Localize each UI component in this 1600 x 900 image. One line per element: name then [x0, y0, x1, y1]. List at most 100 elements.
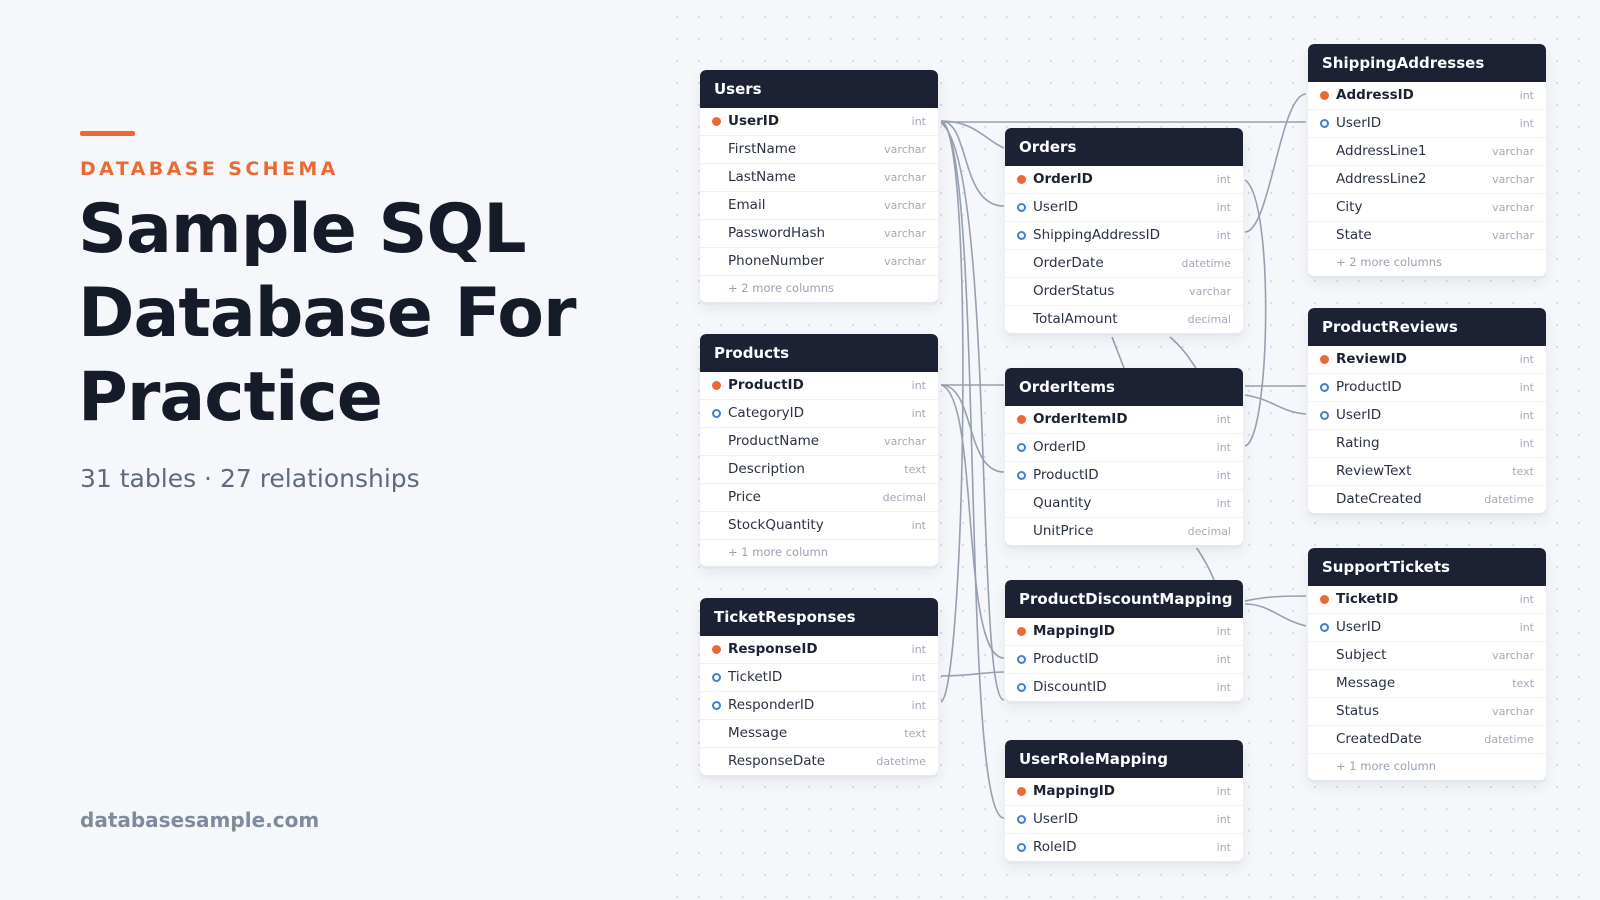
foreign-key-icon: [1017, 203, 1026, 212]
table-row[interactable]: ResponseID int: [700, 636, 938, 664]
table-row[interactable]: ResponderID int: [700, 692, 938, 720]
site-link[interactable]: databasesample.com: [80, 808, 319, 832]
table-row[interactable]: OrderItemID int: [1005, 406, 1243, 434]
table-row[interactable]: OrderID int: [1005, 166, 1243, 194]
foreign-key-icon: [1017, 471, 1026, 480]
table-row[interactable]: UserID int: [1005, 194, 1243, 222]
table-row[interactable]: TotalAmount decimal: [1005, 306, 1243, 333]
column-type: int: [1216, 441, 1231, 454]
table-row[interactable]: Message text: [700, 720, 938, 748]
more-columns-link[interactable]: + 2 more columns: [1308, 250, 1546, 276]
primary-key-icon: [1320, 91, 1329, 100]
table-row[interactable]: OrderDate datetime: [1005, 250, 1243, 278]
table-row[interactable]: MappingID int: [1005, 778, 1243, 806]
table-row[interactable]: Email varchar: [700, 192, 938, 220]
table-row[interactable]: AddressID int: [1308, 82, 1546, 110]
table-row[interactable]: StockQuantity int: [700, 512, 938, 540]
table-row[interactable]: Description text: [700, 456, 938, 484]
column-type: int: [1216, 785, 1231, 798]
table-row[interactable]: DateCreated datetime: [1308, 486, 1546, 513]
column-type: varchar: [884, 227, 926, 240]
foreign-key-icon: [1320, 623, 1329, 632]
column-name: Message: [1336, 675, 1396, 691]
column-type: int: [911, 115, 926, 128]
column-name: Rating: [1336, 435, 1380, 451]
column-type: datetime: [876, 755, 926, 768]
table-row[interactable]: OrderID int: [1005, 434, 1243, 462]
table-orders[interactable]: Orders OrderID int UserID int ShippingAddres…: [1005, 128, 1243, 333]
table-title: OrderItems: [1005, 368, 1243, 406]
column-name: FirstName: [728, 141, 797, 157]
table-supporttickets[interactable]: SupportTickets TicketID int UserID int Subje…: [1308, 548, 1546, 780]
column-name: OrderItemID: [1033, 411, 1128, 427]
column-type: datetime: [1484, 733, 1534, 746]
table-row[interactable]: LastName varchar: [700, 164, 938, 192]
table-row[interactable]: RoleID int: [1005, 834, 1243, 861]
table-row[interactable]: ReviewText text: [1308, 458, 1546, 486]
column-type: int: [911, 379, 926, 392]
primary-key-icon: [712, 117, 721, 126]
primary-key-icon: [1017, 627, 1026, 636]
table-row[interactable]: ProductID int: [700, 372, 938, 400]
table-row[interactable]: TicketID int: [1308, 586, 1546, 614]
table-row[interactable]: City varchar: [1308, 194, 1546, 222]
table-productreviews[interactable]: ProductReviews ReviewID int ProductID int Us…: [1308, 308, 1546, 513]
column-type: int: [1519, 621, 1534, 634]
column-name: CategoryID: [728, 405, 805, 421]
table-products[interactable]: Products ProductID int CategoryID int Produc…: [700, 334, 938, 566]
table-row[interactable]: ShippingAddressID int: [1005, 222, 1243, 250]
table-row[interactable]: ProductID int: [1005, 646, 1243, 674]
column-type: int: [1216, 469, 1231, 482]
table-row[interactable]: ProductName varchar: [700, 428, 938, 456]
table-row[interactable]: UserID int: [1308, 614, 1546, 642]
table-row[interactable]: Rating int: [1308, 430, 1546, 458]
table-row[interactable]: ReviewID int: [1308, 346, 1546, 374]
table-row[interactable]: AddressLine2 varchar: [1308, 166, 1546, 194]
column-type: varchar: [1492, 201, 1534, 214]
table-row[interactable]: Message text: [1308, 670, 1546, 698]
table-row[interactable]: UnitPrice decimal: [1005, 518, 1243, 545]
column-name: RoleID: [1033, 839, 1077, 855]
table-productdiscountmapping[interactable]: ProductDiscountMapping MappingID int Produ…: [1005, 580, 1243, 701]
foreign-key-icon: [1017, 815, 1026, 824]
column-type: varchar: [884, 435, 926, 448]
table-users[interactable]: Users UserID int FirstName varchar LastName v…: [700, 70, 938, 302]
table-row[interactable]: UserID int: [700, 108, 938, 136]
table-orderitems[interactable]: OrderItems OrderItemID int OrderID int Produ…: [1005, 368, 1243, 545]
primary-key-icon: [712, 381, 721, 390]
table-row[interactable]: Price decimal: [700, 484, 938, 512]
table-row[interactable]: UserID int: [1308, 402, 1546, 430]
table-row[interactable]: ResponseDate datetime: [700, 748, 938, 775]
table-row[interactable]: UserID int: [1005, 806, 1243, 834]
table-row[interactable]: State varchar: [1308, 222, 1546, 250]
table-row[interactable]: UserID int: [1308, 110, 1546, 138]
table-row[interactable]: CreatedDate datetime: [1308, 726, 1546, 754]
column-type: int: [911, 407, 926, 420]
table-row[interactable]: AddressLine1 varchar: [1308, 138, 1546, 166]
table-ticketresponses[interactable]: TicketResponses ResponseID int TicketID int…: [700, 598, 938, 775]
table-row[interactable]: Subject varchar: [1308, 642, 1546, 670]
table-row[interactable]: ProductID int: [1005, 462, 1243, 490]
table-row[interactable]: MappingID int: [1005, 618, 1243, 646]
table-row[interactable]: PasswordHash varchar: [700, 220, 938, 248]
table-row[interactable]: OrderStatus varchar: [1005, 278, 1243, 306]
more-columns-link[interactable]: + 1 more column: [700, 540, 938, 566]
table-row[interactable]: TicketID int: [700, 664, 938, 692]
column-type: varchar: [1492, 649, 1534, 662]
table-row[interactable]: Quantity int: [1005, 490, 1243, 518]
column-type: decimal: [1187, 525, 1231, 538]
table-row[interactable]: CategoryID int: [700, 400, 938, 428]
more-columns-link[interactable]: + 2 more columns: [700, 276, 938, 302]
column-name: StockQuantity: [728, 517, 824, 533]
more-columns-link[interactable]: + 1 more column: [1308, 754, 1546, 780]
table-userrolemapping[interactable]: UserRoleMapping MappingID int UserID int Rol…: [1005, 740, 1243, 861]
column-name: ReviewText: [1336, 463, 1412, 479]
table-shippingaddresses[interactable]: ShippingAddresses AddressID int UserID int A…: [1308, 44, 1546, 276]
table-row[interactable]: PhoneNumber varchar: [700, 248, 938, 276]
table-row[interactable]: DiscountID int: [1005, 674, 1243, 701]
foreign-key-icon: [712, 701, 721, 710]
table-row[interactable]: ProductID int: [1308, 374, 1546, 402]
table-row[interactable]: Status varchar: [1308, 698, 1546, 726]
table-row[interactable]: FirstName varchar: [700, 136, 938, 164]
column-type: varchar: [1492, 229, 1534, 242]
